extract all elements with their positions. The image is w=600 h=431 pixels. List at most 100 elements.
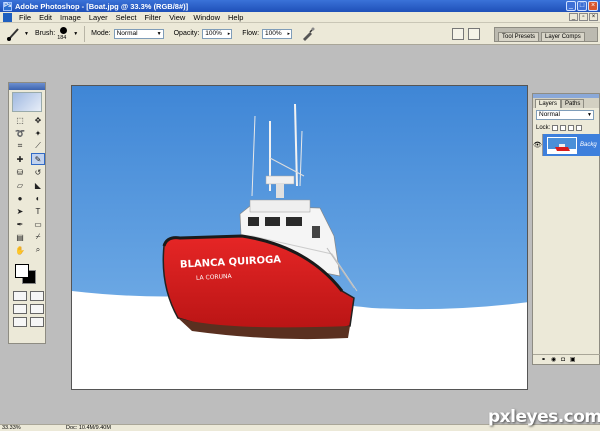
foreground-color-swatch[interactable]	[15, 264, 29, 278]
minimize-button[interactable]: _	[566, 1, 576, 11]
menu-help[interactable]: Help	[224, 13, 247, 22]
crop-tool-icon[interactable]: ⌗	[13, 140, 27, 152]
airbrush-toggle-icon[interactable]	[300, 26, 316, 42]
menu-layer[interactable]: Layer	[85, 13, 112, 22]
lock-all-checkbox[interactable]	[576, 125, 583, 131]
layers-panel-footer: ⚭ ◉ ◘ ▣	[533, 354, 600, 364]
chevron-down-icon[interactable]: ▼	[24, 31, 29, 37]
eyedropper-tool-icon[interactable]: ⌿	[31, 231, 45, 243]
document-size: Doc: 10.4M/9.40M	[66, 425, 111, 431]
menu-file[interactable]: File	[15, 13, 35, 22]
title-bar: Ps Adobe Photoshop - [Boat.jpg @ 33.3% (…	[0, 0, 600, 12]
brush-label: Brush:	[34, 30, 56, 37]
history-brush-tool-icon[interactable]: ↺	[31, 166, 45, 178]
tab-paths[interactable]: Paths	[561, 99, 585, 108]
marquee-tool-icon[interactable]: ⬚	[13, 114, 27, 126]
standard-screen-mode-button[interactable]	[13, 304, 27, 314]
menu-view[interactable]: View	[165, 13, 189, 22]
full-screen-menu-mode-button[interactable]	[30, 304, 44, 314]
notes-tool-icon[interactable]: ▤	[13, 231, 27, 243]
new-layer-icon[interactable]: ▣	[570, 356, 576, 363]
type-tool-icon[interactable]: T	[31, 205, 45, 217]
tab-layer-comps[interactable]: Layer Comps	[541, 32, 585, 41]
chevron-right-icon: ▸	[227, 30, 231, 37]
path-selection-tool-icon[interactable]: ➤	[13, 205, 27, 217]
maximize-button[interactable]: □	[577, 1, 587, 11]
layer-style-icon[interactable]: ◉	[551, 356, 556, 363]
brush-tool-preset-icon[interactable]	[6, 26, 22, 42]
brush-tip-icon	[60, 26, 68, 34]
window-controls: _ □ ×	[566, 1, 598, 11]
menu-edit[interactable]: Edit	[35, 13, 56, 22]
file-browser-icon[interactable]	[452, 28, 464, 40]
menu-image[interactable]: Image	[56, 13, 85, 22]
watermark: pxleyes.com	[488, 407, 600, 427]
window-title: Adobe Photoshop - [Boat.jpg @ 33.3% (RGB…	[15, 1, 189, 11]
quick-mask-mode-button[interactable]	[30, 291, 44, 301]
dodge-tool-icon[interactable]: ◐	[31, 192, 45, 204]
pen-tool-icon[interactable]: ✒	[13, 218, 27, 230]
color-swatches	[9, 260, 45, 288]
opacity-value: 100%	[205, 29, 222, 37]
hand-tool-icon[interactable]: ✋	[13, 244, 27, 256]
move-tool-icon[interactable]: ✥	[31, 114, 45, 126]
flow-label: Flow:	[242, 30, 260, 37]
magic-wand-tool-icon[interactable]: ✦	[31, 127, 45, 139]
link-layers-icon[interactable]: ⚭	[541, 356, 546, 363]
lock-options: Lock:	[536, 125, 583, 131]
eye-icon[interactable]: 👁	[533, 134, 543, 156]
document-icon[interactable]	[468, 28, 480, 40]
healing-brush-tool-icon[interactable]: ✚	[13, 153, 27, 165]
menu-filter[interactable]: Filter	[141, 13, 166, 22]
full-screen-mode-button[interactable]	[13, 317, 27, 327]
doc-close-button[interactable]: ×	[589, 13, 598, 21]
opacity-field[interactable]: 100% ▸	[202, 28, 233, 39]
brush-tool-icon[interactable]: ✎	[31, 153, 45, 165]
paint-bucket-tool-icon[interactable]: ◣	[31, 179, 45, 191]
lock-image-checkbox[interactable]	[560, 125, 567, 131]
zoom-level[interactable]: 33.33%	[0, 425, 30, 431]
tab-layers[interactable]: Layers	[535, 99, 562, 108]
clone-stamp-tool-icon[interactable]: ⛁	[13, 166, 27, 178]
lock-label: Lock:	[536, 125, 551, 131]
blur-tool-icon[interactable]: ●	[13, 192, 27, 204]
lasso-tool-icon[interactable]: ➰	[13, 127, 27, 139]
standard-mode-button[interactable]	[13, 291, 27, 301]
chevron-down-icon: ▼	[156, 30, 162, 37]
options-bar: ▼ Brush: 184 ▼ Mode: Normal ▼ Opacity: 1…	[0, 23, 600, 45]
lock-position-checkbox[interactable]	[568, 125, 575, 131]
lock-transparency-checkbox[interactable]	[552, 125, 559, 131]
menu-bar: File Edit Image Layer Select Filter View…	[0, 12, 600, 23]
document-window-controls: _ ▫ ×	[569, 13, 598, 21]
shape-tool-icon[interactable]: ▭	[31, 218, 45, 230]
close-button[interactable]: ×	[588, 1, 598, 11]
doc-minimize-button[interactable]: _	[569, 13, 578, 21]
palette-well: Tool Presets Layer Comps	[452, 25, 600, 43]
chevron-down-icon: ▼	[587, 112, 592, 118]
layers-panel: Layers Paths Normal ▼ Lock: 👁 Backg ⚭ ◉ …	[532, 93, 600, 365]
toolbox-title-bar[interactable]	[9, 83, 45, 90]
brush-picker[interactable]: 184	[57, 26, 71, 42]
palette-well-tabs: Tool Presets Layer Comps	[494, 27, 598, 42]
menu-select[interactable]: Select	[112, 13, 141, 22]
tab-tool-presets[interactable]: Tool Presets	[498, 32, 540, 41]
doc-restore-button[interactable]: ▫	[579, 13, 588, 21]
eraser-tool-icon[interactable]: ▱	[13, 179, 27, 191]
photoshop-feather-logo[interactable]	[12, 92, 42, 112]
blend-mode-select[interactable]: Normal ▼	[536, 110, 594, 120]
divider	[84, 25, 86, 42]
jump-to-imageready-button[interactable]	[30, 317, 44, 327]
layer-mask-icon[interactable]: ◘	[561, 357, 565, 363]
flow-field[interactable]: 100% ▸	[262, 28, 293, 39]
boat-image: BLANCA QUIROGA LA CORUNA	[72, 86, 527, 389]
slice-tool-icon[interactable]: ⟋	[31, 140, 45, 152]
chevron-down-icon[interactable]: ▼	[73, 31, 78, 37]
flow-value: 100%	[265, 29, 282, 37]
document-canvas[interactable]: BLANCA QUIROGA LA CORUNA	[71, 85, 528, 390]
zoom-tool-icon[interactable]: ⌕	[31, 244, 45, 256]
layer-row-background[interactable]: 👁 Backg	[533, 134, 600, 156]
toolbox: ⬚ ✥ ➰ ✦ ⌗ ⟋ ✚ ✎ ⛁ ↺ ▱ ◣ ● ◐ ➤ T ✒ ▭ ▤ ⌿ …	[8, 82, 46, 344]
mode-select[interactable]: Normal ▼	[113, 28, 164, 39]
menu-window[interactable]: Window	[189, 13, 224, 22]
blend-mode-value: Normal	[539, 111, 560, 118]
